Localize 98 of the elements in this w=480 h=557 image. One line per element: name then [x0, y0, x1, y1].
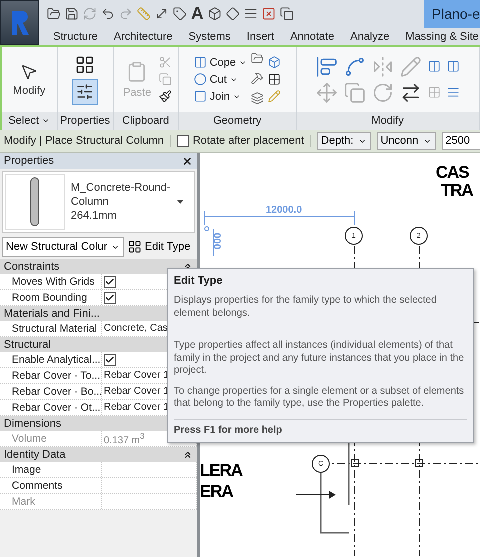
cursor-icon	[20, 62, 38, 80]
drawing-label: ERA	[200, 482, 233, 502]
mirror-icon	[372, 56, 394, 78]
edit-type-button[interactable]: Edit Type	[128, 240, 191, 254]
panel-title: Modify	[296, 112, 479, 130]
group-title: Structural	[4, 338, 52, 350]
tool-icon	[194, 56, 207, 69]
type-properties-icon	[75, 54, 96, 74]
tooltip-text: Displays properties for the family type to which the selected element belongs.	[174, 295, 438, 320]
column-icon	[29, 176, 41, 228]
type-name: M_Concrete-Round-Column 264.1mm	[71, 181, 171, 223]
save-icon	[65, 7, 80, 21]
palette-title: Properties	[4, 155, 54, 167]
select-menu[interactable]: Select	[2, 112, 57, 130]
drawing-label: LERA	[200, 461, 242, 481]
instance-filter-dropdown[interactable]: New Structural Colur	[2, 237, 124, 257]
align-icon	[316, 56, 338, 78]
ribbon-tab[interactable]: Structure	[52, 30, 100, 42]
box-icon	[268, 56, 282, 69]
split-icon	[446, 60, 460, 73]
property-checkbox[interactable]	[104, 276, 116, 288]
geometry-tool-button[interactable]: Cut	[194, 73, 248, 86]
hammer-icon	[251, 72, 264, 84]
sync-icon	[83, 7, 98, 21]
tag-icon	[173, 7, 188, 21]
dimension-label: 12000.0	[266, 205, 302, 216]
paintbrush-icon	[159, 90, 172, 103]
tool-icon	[194, 73, 207, 86]
ribbon-tab[interactable]: Insert	[246, 30, 276, 42]
window-title: Plano-e	[424, 0, 480, 28]
properties-button[interactable]	[72, 78, 98, 104]
property-name: Enable Analytical...	[0, 352, 102, 367]
property-name: Rebar Cover - Ot...	[0, 400, 102, 415]
property-name: Volume	[0, 431, 102, 446]
group-title: Dimensions	[4, 418, 62, 430]
ribbon-tab[interactable]: Massing & Site	[404, 30, 480, 42]
undo-icon	[101, 7, 116, 21]
rotate-icon	[372, 82, 394, 104]
group-title: Constraints	[4, 260, 60, 272]
property-name: Mark	[0, 494, 102, 509]
rotate-checkbox[interactable]: Rotate after placement	[176, 135, 312, 147]
ribbon-tab[interactable]: Architecture	[113, 30, 174, 42]
pencil-icon	[400, 56, 422, 78]
pencil-icon	[268, 90, 282, 103]
text-tool[interactable]: A	[191, 4, 204, 24]
property-name: Rebar Cover - Bo...	[0, 384, 102, 399]
property-name: Room Bounding	[0, 290, 102, 305]
property-name: Rebar Cover - To...	[0, 368, 102, 383]
ribbon-tab[interactable]: Systems	[188, 30, 232, 42]
copy-icon	[159, 73, 172, 86]
group-title: Materials and Fini...	[4, 308, 100, 320]
open-folder-icon	[47, 7, 62, 21]
sheet-title: CAS	[436, 163, 469, 183]
close-icon[interactable]	[182, 156, 193, 166]
geometry-tool-button[interactable]: Join	[194, 90, 248, 103]
dimension-icon	[155, 7, 170, 21]
tooltip-title: Edit Type	[174, 275, 224, 287]
thin-lines-icon	[244, 7, 258, 21]
panel-title: Geometry	[179, 112, 296, 130]
ribbon-tab[interactable]: Annotate	[289, 30, 336, 42]
property-checkbox[interactable]	[104, 292, 116, 304]
modify-button[interactable]: Modify	[9, 58, 50, 100]
copy-icon	[344, 82, 366, 104]
property-name: Structural Material	[0, 321, 102, 336]
geometry-tool-button[interactable]: Cope	[194, 56, 248, 69]
context-label: Modify | Place Structural Column	[4, 135, 171, 147]
type-properties-icon	[128, 240, 142, 254]
grid-icon	[268, 73, 282, 86]
move-icon	[316, 82, 338, 104]
type-selector[interactable]: M_Concrete-Round-Column 264.1mm	[2, 171, 195, 233]
property-name: Moves With Grids	[0, 274, 102, 289]
caret-icon	[177, 200, 184, 204]
split-icon	[428, 60, 441, 73]
property-name: Comments	[0, 478, 102, 493]
collapse-icon[interactable]	[183, 450, 193, 460]
sheet-title: TRA	[441, 181, 473, 201]
3d-view-icon	[208, 7, 222, 21]
property-checkbox[interactable]	[104, 354, 116, 366]
caret-icon[interactable]	[42, 117, 50, 125]
ribbon-tab[interactable]: Analyze	[349, 30, 391, 42]
application-menu-button[interactable]	[0, 0, 40, 45]
group-title: Identity Data	[4, 448, 66, 460]
property-name: Image	[0, 462, 102, 477]
panel-title: Properties	[58, 112, 113, 130]
scissors-icon	[159, 56, 172, 69]
constraint-dropdown[interactable]: Unconn	[376, 132, 436, 150]
help-hint: Press F1 for more help	[174, 418, 467, 436]
redo-icon	[119, 7, 134, 21]
close-windows-icon	[262, 7, 276, 21]
layers-icon	[251, 92, 264, 104]
properties-icon	[76, 82, 94, 100]
array-icon	[428, 86, 441, 99]
panel-title: Clipboard	[114, 112, 178, 130]
switch-windows-icon	[280, 7, 294, 21]
ruler-icon	[137, 7, 152, 21]
depth-dropdown[interactable]: Depth:	[317, 132, 371, 150]
height-field[interactable]: 2500	[442, 132, 480, 150]
tool-icon	[194, 90, 207, 103]
